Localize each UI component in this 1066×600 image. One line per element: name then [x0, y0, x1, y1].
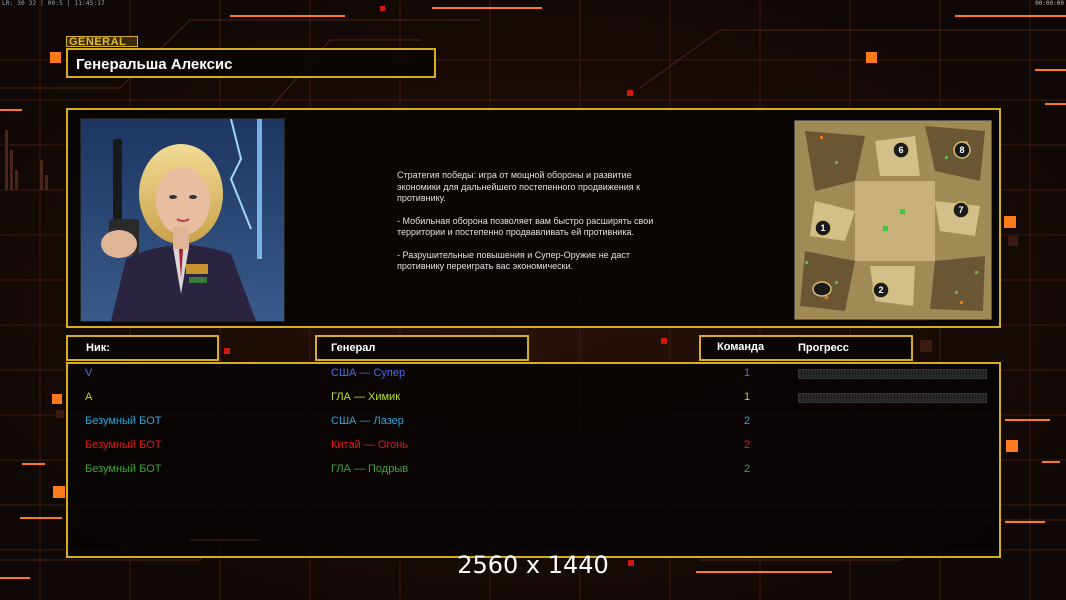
general-tab-label: GENERAL [66, 36, 138, 48]
player-team: 2 [744, 415, 751, 427]
start-position-marker: 7 [958, 205, 963, 215]
player-team: 1 [744, 391, 751, 403]
player-row[interactable]: Безумный БОТ Китай — Огонь 2 [0, 439, 1066, 455]
player-row[interactable]: V США — Супер 1 [0, 367, 1066, 383]
general-portrait [80, 118, 285, 322]
description-paragraph: Стратегия победы: игра от мощной обороны… [397, 170, 641, 203]
player-row[interactable]: Безумный БОТ США — Лазер 2 [0, 415, 1066, 431]
player-nick: Безумный БОТ [85, 415, 162, 427]
map-preview[interactable]: 6 8 7 1 2 [794, 120, 992, 320]
player-nick: V [85, 367, 93, 379]
start-position-marker: 1 [820, 223, 825, 233]
header-general-label: Генерал [331, 342, 376, 354]
description-paragraph: - Разрушительные повышения и Супер-Оружи… [397, 249, 631, 272]
hud-clock: 00:00:00 [1035, 0, 1064, 7]
description-paragraph: - Мобильная оборона позволяет вам быстро… [397, 215, 654, 238]
start-position-marker: 6 [898, 145, 903, 155]
start-position-marker: 8 [959, 145, 964, 155]
player-general: ГЛА — Подрыв [331, 463, 409, 475]
player-row[interactable]: Безумный БОТ ГЛА — Подрыв 2 [0, 463, 1066, 479]
hud-stats: LR: 30 32 | 00:5 | 11:45:17 [2, 0, 105, 7]
header-team-progress: Команда Прогресс [699, 335, 913, 361]
start-position-marker: 2 [878, 285, 883, 295]
player-team: 2 [744, 439, 751, 451]
player-team: 1 [744, 367, 751, 379]
general-description: Стратегия победы: игра от мощной обороны… [397, 170, 697, 284]
header-progress-label: Прогресс [798, 342, 849, 354]
player-general: США — Супер [331, 367, 406, 379]
player-general: США — Лазер [331, 415, 404, 427]
player-nick: Безумный БОТ [85, 439, 162, 451]
player-nick: A [85, 391, 93, 403]
general-name: Генеральша Алексис [76, 56, 233, 73]
header-nick-label: Ник: [86, 342, 110, 354]
player-general: Китай — Огонь [331, 439, 409, 451]
player-general: ГЛА — Химик [331, 391, 401, 403]
progress-bar [798, 393, 987, 403]
general-name-panel: Генеральша Алексис [66, 48, 436, 78]
header-general: Генерал [315, 335, 529, 361]
header-nick: Ник: [66, 335, 219, 361]
progress-bar [798, 369, 987, 379]
player-row[interactable]: A ГЛА — Химик 1 [0, 391, 1066, 407]
resolution-overlay: 2560 x 1440 [457, 551, 609, 579]
player-nick: Безумный БОТ [85, 463, 162, 475]
header-team-label: Команда [717, 341, 765, 353]
player-team: 2 [744, 463, 751, 475]
